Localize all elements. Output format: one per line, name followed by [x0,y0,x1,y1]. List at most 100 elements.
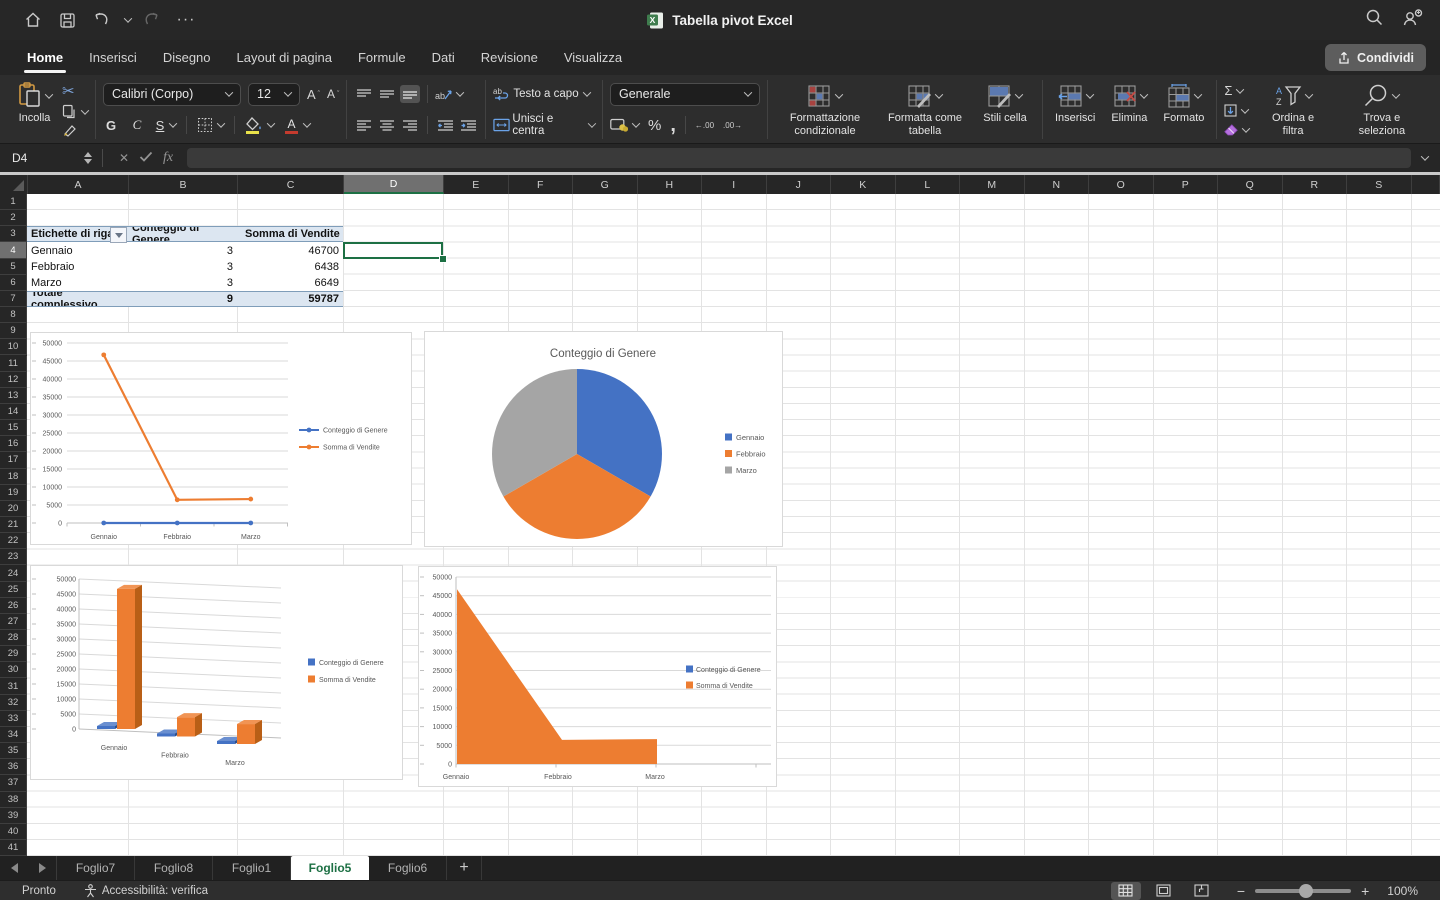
column-header-H[interactable]: H [638,175,703,194]
row-header-3[interactable]: 3 [0,226,27,242]
tab-disegno[interactable]: Disegno [150,40,224,75]
fill-button[interactable] [1224,104,1249,117]
sheet-tab-foglio8[interactable]: Foglio8 [135,856,213,880]
row-header-32[interactable]: 32 [0,695,27,711]
row-header-26[interactable]: 26 [0,598,27,614]
page-layout-view-button[interactable] [1149,882,1179,900]
sheet-tab-foglio5[interactable]: Foglio5 [291,856,369,880]
cancel-icon[interactable]: ✕ [113,151,135,165]
area-chart[interactable]: 0500010000150002000025000300003500040000… [418,566,777,787]
row-header-27[interactable]: 27 [0,614,27,630]
column-header-D[interactable]: D [344,175,444,194]
orientation-button[interactable]: ab [435,87,463,101]
row-header-21[interactable]: 21 [0,517,27,533]
search-icon[interactable] [1365,8,1384,32]
column-header-C[interactable]: C [238,175,344,194]
conditional-formatting-button[interactable]: Formattazione condizionale [775,80,875,139]
share-button[interactable]: Condividi [1325,44,1426,71]
column-header-N[interactable]: N [1025,175,1090,194]
pivot-total-cell[interactable]: 59787 [237,291,343,307]
select-all-corner[interactable] [0,175,28,194]
row-header-30[interactable]: 30 [0,662,27,678]
row-header-37[interactable]: 37 [0,775,27,791]
row-header-10[interactable]: 10 [0,339,27,355]
row-header-4[interactable]: 4 [0,242,27,258]
fill-color-button[interactable] [245,117,274,134]
row-header-16[interactable]: 16 [0,436,27,452]
column-header-L[interactable]: L [896,175,961,194]
accessibility-status[interactable]: Accessibilità: verifica [84,884,208,898]
tab-home[interactable]: Home [14,40,76,75]
sort-filter-button[interactable]: AZ Ordina e filtra [1257,80,1328,139]
italic-button[interactable]: C [129,117,145,133]
increase-indent-button[interactable] [458,116,478,134]
increase-decimal-button[interactable]: ←.00 [695,121,714,130]
column-header-E[interactable]: E [444,175,509,194]
underline-button[interactable]: S [155,118,176,133]
row-header-33[interactable]: 33 [0,711,27,727]
row-header-35[interactable]: 35 [0,743,27,759]
pivot-header-cell[interactable]: Somma di Vendite [237,226,343,242]
page-break-view-button[interactable] [1187,882,1217,900]
row-header-1[interactable]: 1 [0,194,27,210]
row-header-20[interactable]: 20 [0,501,27,517]
pie-chart[interactable]: Conteggio di GenereGennaioFebbraioMarzo [424,331,783,547]
column-header-K[interactable]: K [831,175,896,194]
formula-input[interactable] [187,148,1411,168]
row-header-19[interactable]: 19 [0,485,27,501]
zoom-slider[interactable] [1255,889,1351,893]
sheet-nav-left-icon[interactable] [0,856,28,880]
tab-visualizza[interactable]: Visualizza [551,40,635,75]
column-header-O[interactable]: O [1089,175,1154,194]
name-box[interactable]: D4 [0,151,74,165]
cut-button[interactable]: ✂ [62,82,88,100]
row-header-41[interactable]: 41 [0,840,27,856]
cell-styles-button[interactable]: Stili cella [975,80,1035,139]
column-header-Q[interactable]: Q [1218,175,1283,194]
pivot-row-label[interactable]: Gennaio [27,242,128,258]
row-header-25[interactable]: 25 [0,582,27,598]
row-header-13[interactable]: 13 [0,388,27,404]
zoom-out-button[interactable]: − [1237,883,1245,899]
row-header-6[interactable]: 6 [0,275,27,291]
row-header-15[interactable]: 15 [0,420,27,436]
row-header-5[interactable]: 5 [0,259,27,275]
column-header-F[interactable]: F [509,175,574,194]
decrease-decimal-button[interactable]: .00→ [723,121,742,130]
add-sheet-button[interactable]: + [447,856,482,880]
font-name-select[interactable]: Calibri (Corpo) [103,83,241,106]
align-bottom-button[interactable] [400,85,420,103]
sheet-nav-right-icon[interactable] [28,856,56,880]
copy-button[interactable] [62,104,88,119]
align-middle-button[interactable] [377,85,397,103]
row-header-8[interactable]: 8 [0,307,27,323]
row-header-36[interactable]: 36 [0,759,27,775]
enter-icon[interactable] [135,151,157,165]
decrease-font-button[interactable]: Aˇ [327,87,339,101]
format-as-table-button[interactable]: Formatta come tabella [879,80,971,139]
accounting-format-button[interactable] [610,118,639,132]
clear-button[interactable] [1224,124,1249,136]
save-icon[interactable] [54,7,80,33]
paste-button[interactable]: Incolla [17,80,56,139]
bar3d-chart[interactable]: 0500010000150002000025000300003500040000… [30,565,403,780]
align-top-button[interactable] [354,85,374,103]
column-header-partial[interactable] [1412,175,1440,194]
tab-revisione[interactable]: Revisione [468,40,551,75]
wrap-text-button[interactable]: ab Testo a capo [493,80,595,108]
pivot-sum-value[interactable]: 6438 [237,259,343,275]
merge-center-button[interactable]: Unisci e centra [493,111,595,139]
pivot-total-cell[interactable]: Totale complessivo [27,291,128,307]
home-icon[interactable] [20,7,46,33]
tab-inserisci[interactable]: Inserisci [76,40,150,75]
autosum-button[interactable]: Σ [1224,83,1249,98]
tab-dati[interactable]: Dati [419,40,468,75]
delete-cells-button[interactable]: Elimina [1106,80,1152,139]
line-chart[interactable]: 0500010000150002000025000300003500040000… [30,332,412,545]
sheet-tab-foglio6[interactable]: Foglio6 [369,856,447,880]
row-header-11[interactable]: 11 [0,356,27,372]
row-header-12[interactable]: 12 [0,372,27,388]
column-header-S[interactable]: S [1347,175,1412,194]
row-header-24[interactable]: 24 [0,565,27,581]
decrease-indent-button[interactable] [435,116,455,134]
